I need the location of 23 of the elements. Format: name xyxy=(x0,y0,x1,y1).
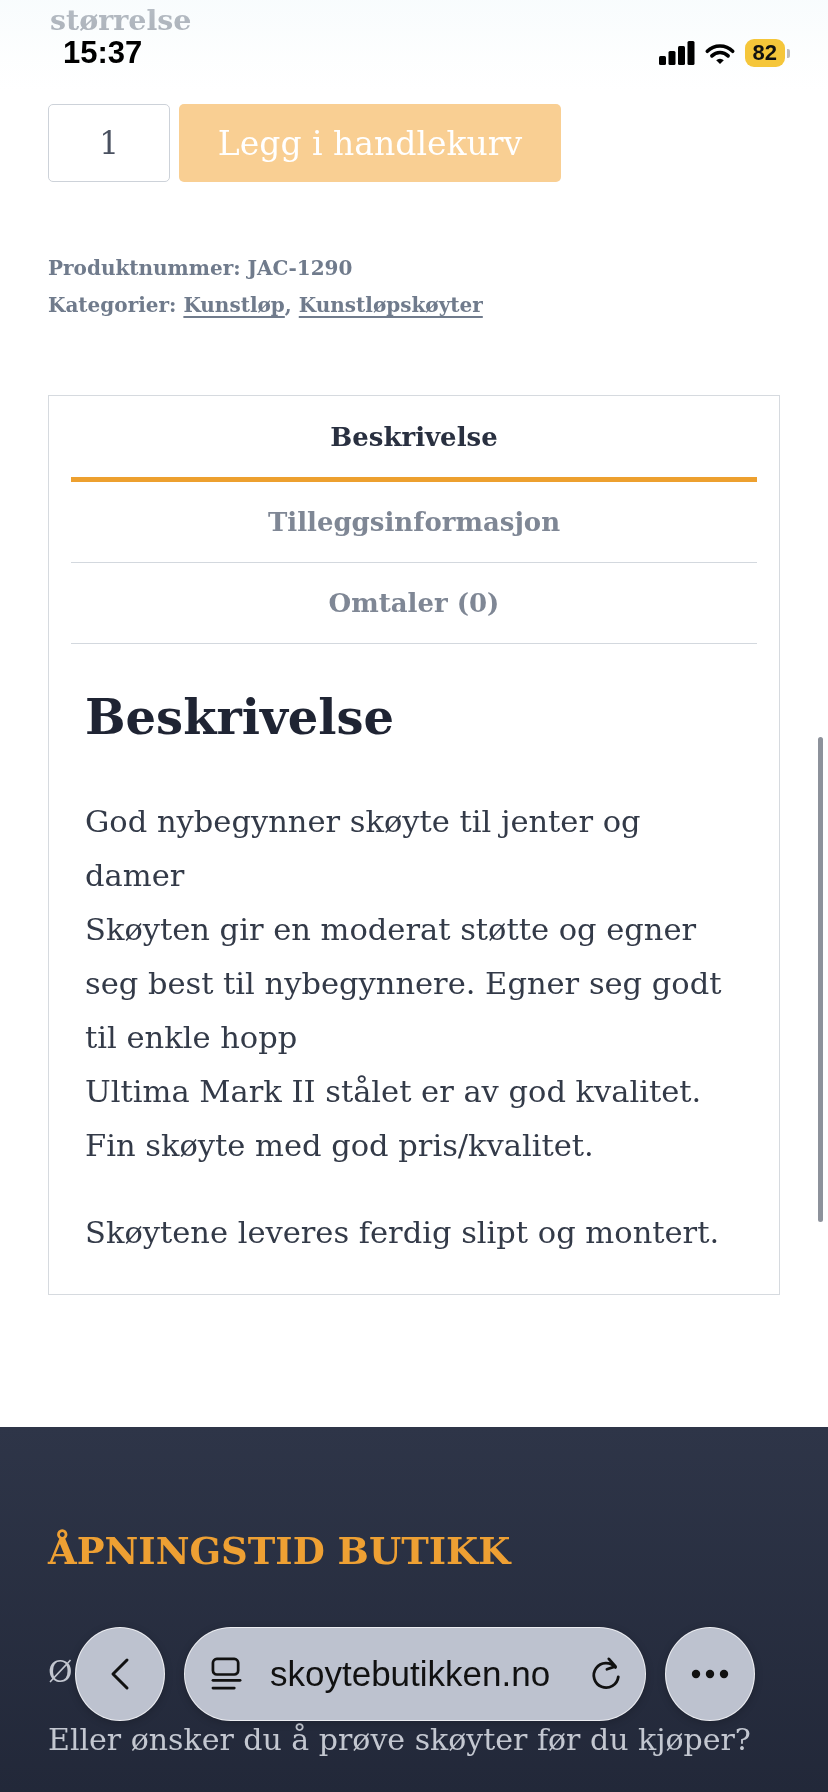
product-number-text: Produktnummer: JAC-1290 xyxy=(48,255,353,282)
status-time: 15:37 xyxy=(63,36,143,70)
wifi-icon xyxy=(703,41,736,65)
description-paragraph: God nybegynner skøyte til jenter og damer Skøyten gir en moderat støtte og egner seg best til nybegynnere. Egner seg godt til enkle hopp Ultima Mark II stålet er av god kvalitet. Fin skøyte med god pris/kvalitet. xyxy=(85,803,723,1165)
ellipsis-icon xyxy=(691,1669,729,1679)
description-paragraph: Skøytene leveres ferdig slipt og montert. xyxy=(85,1214,721,1252)
categories-text: Kategorier: Kunstløp, Kunstløpskøyter xyxy=(48,292,483,319)
category-link[interactable]: Kunstløp xyxy=(183,293,285,317)
footer-text: Ø xyxy=(48,1653,73,1691)
battery-indicator: 82 xyxy=(744,39,790,67)
signal-icon xyxy=(658,41,695,65)
description-heading: Beskrivelse xyxy=(85,688,395,747)
footer-text: Eller ønsker du å prøve skøyter før du kjøper? xyxy=(48,1721,751,1759)
footer-heading: ÅPNINGSTID BUTIKK xyxy=(48,1528,511,1574)
chevron-left-icon xyxy=(110,1657,130,1691)
category-link[interactable]: Kunstløpskøyter xyxy=(298,293,483,317)
tab[interactable]: Omtaler (0) xyxy=(71,563,757,644)
reload-icon[interactable] xyxy=(589,1656,623,1692)
tab-list-icon xyxy=(211,1656,244,1692)
tab[interactable]: Beskrivelse xyxy=(71,396,757,482)
address-bar[interactable]: skoytebutikken.no xyxy=(184,1627,646,1721)
variation-label: størrelse xyxy=(50,3,192,37)
tab[interactable]: Tilleggsinformasjon xyxy=(71,482,757,563)
